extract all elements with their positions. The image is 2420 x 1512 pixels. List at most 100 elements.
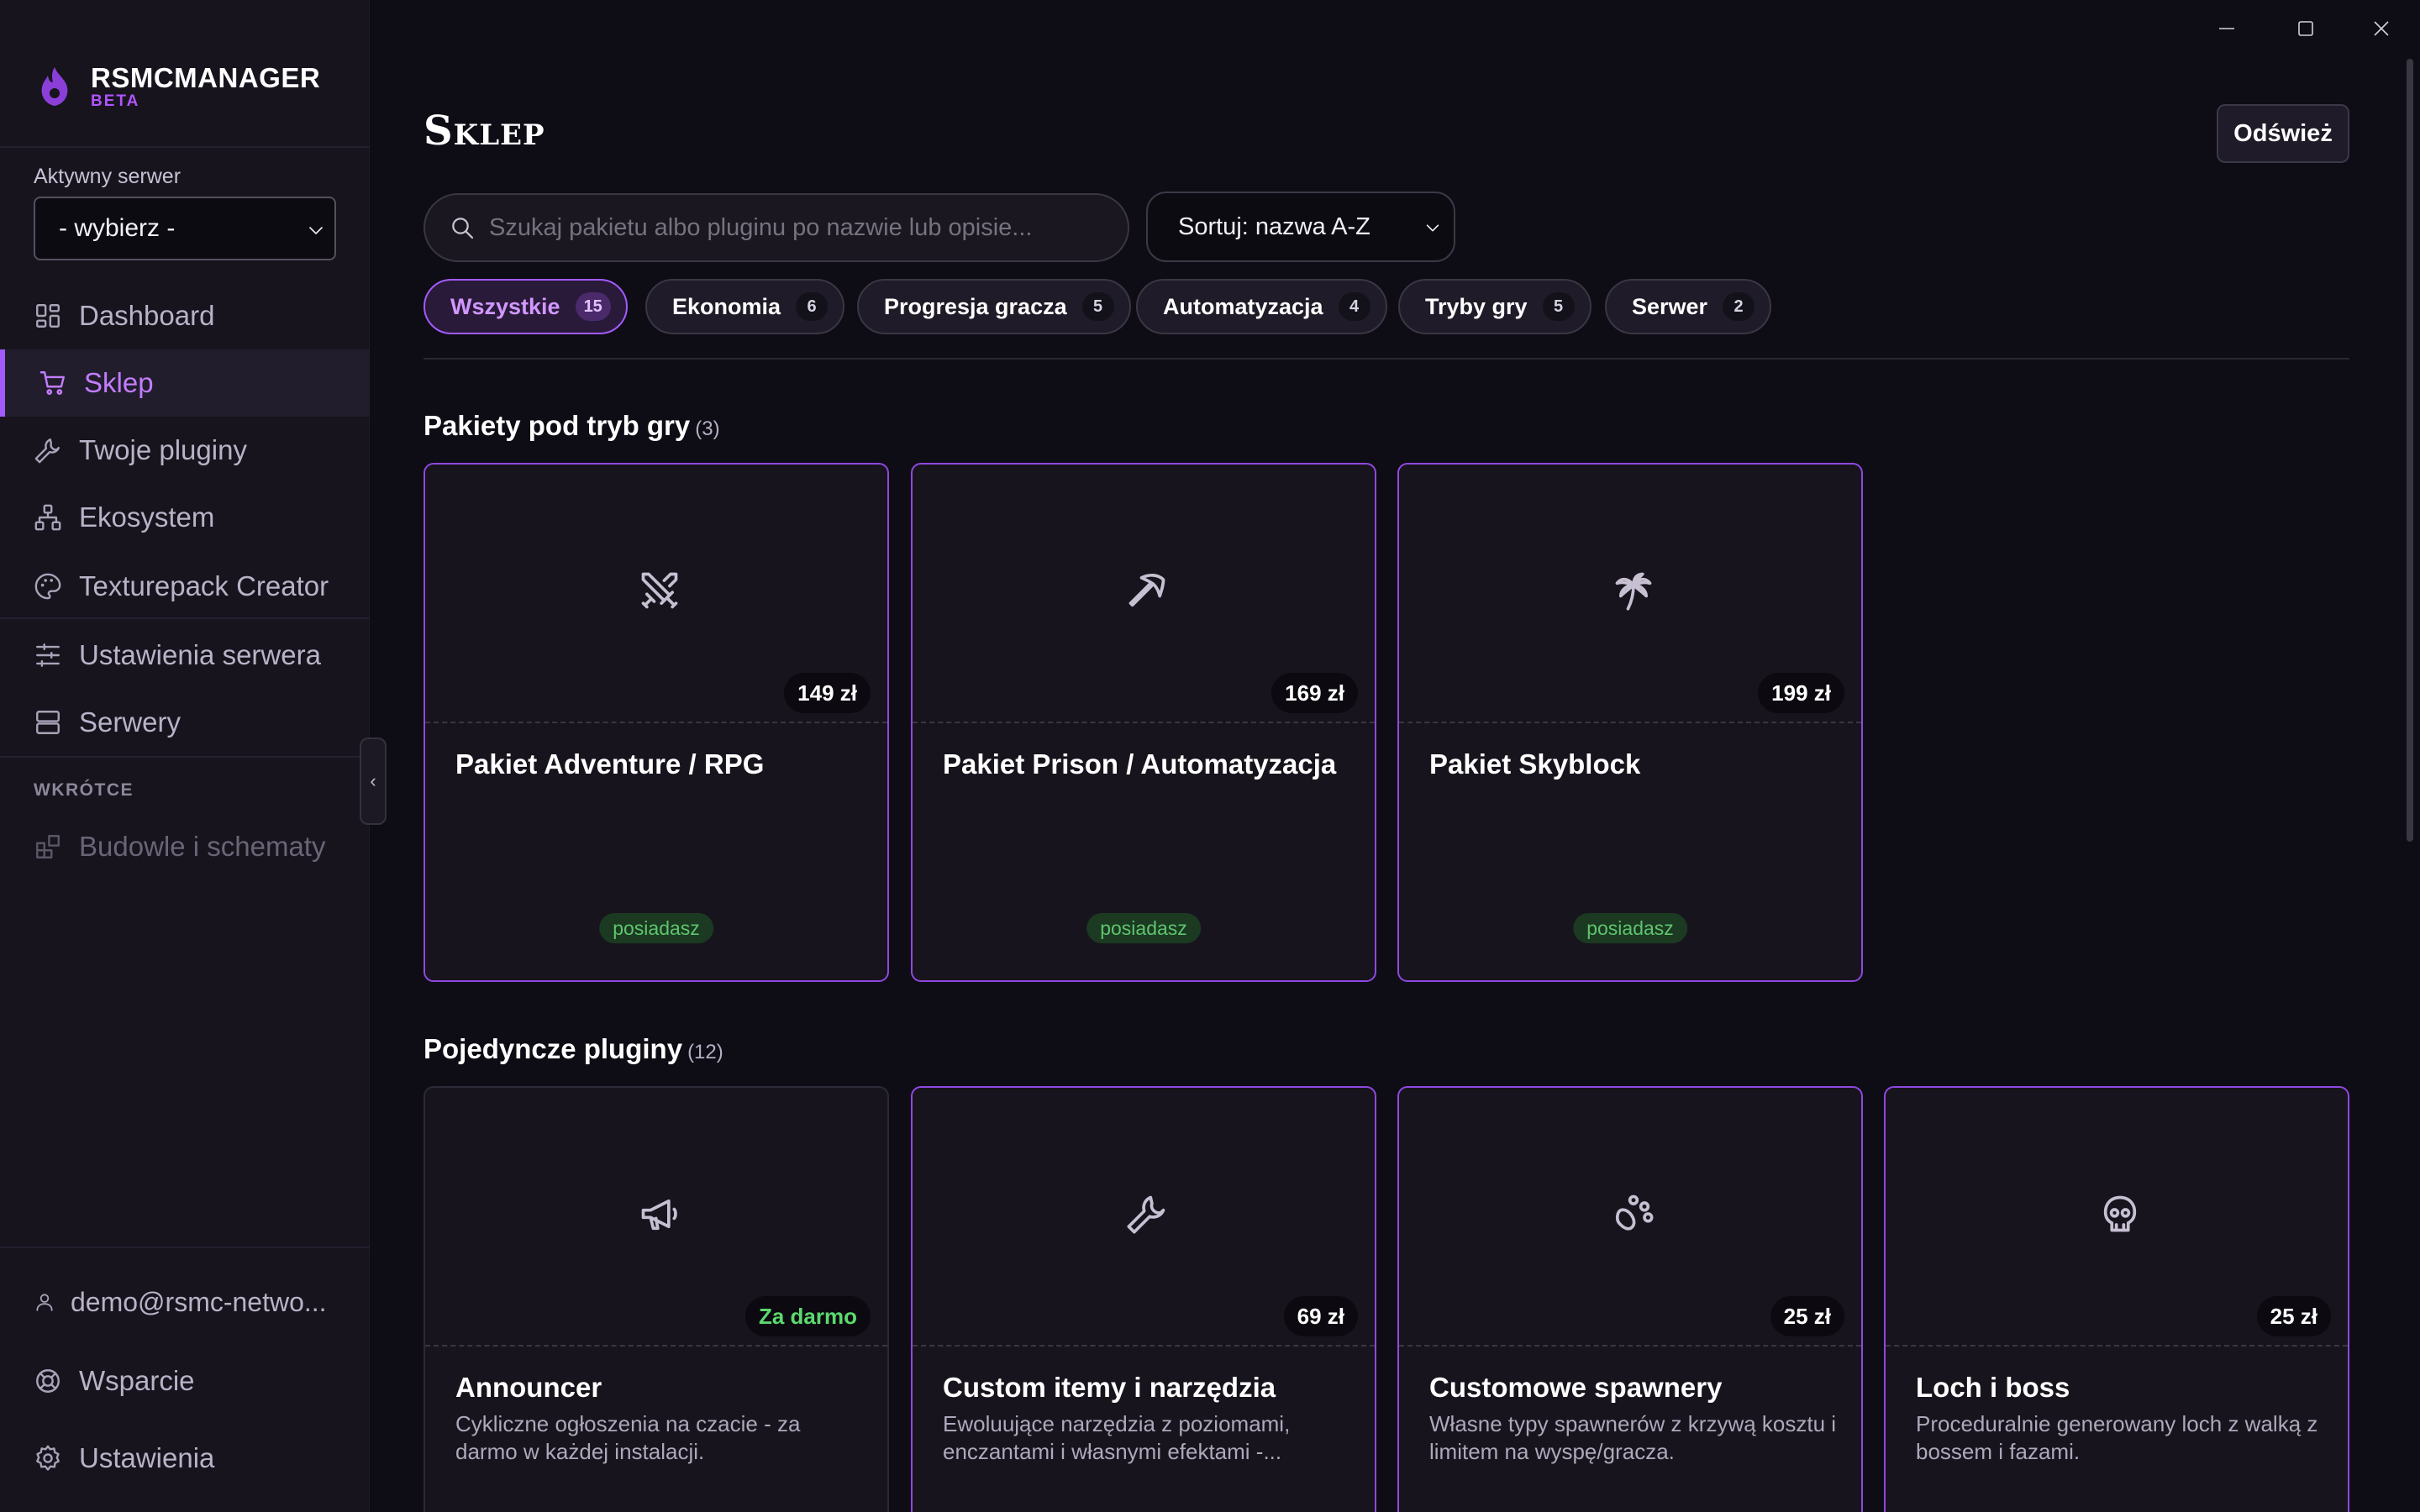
palette-icon (34, 573, 61, 600)
sidebar: RSMCMANAGER BETA Aktywny serwer - wybier… (0, 0, 370, 1512)
nav-settings[interactable]: Ustawienia (0, 1425, 370, 1492)
plugin-card[interactable]: 25 zł Customowe spawnery Własne typy spa… (1397, 1086, 1863, 1512)
nav-label: Serwery (79, 706, 182, 738)
nav-texturepack[interactable]: Texturepack Creator (0, 553, 370, 620)
wrench-icon (34, 438, 60, 464)
app-name: RSMCMANAGER (91, 62, 321, 93)
price-badge: 199 zł (1758, 673, 1844, 713)
pack-card[interactable]: 199 zł Pakiet Skyblock posiadasz (1397, 463, 1863, 982)
filter-chip-economy[interactable]: Ekonomia 6 (645, 279, 845, 334)
server-label: Aktywny serwer (34, 165, 182, 188)
chip-count: 15 (575, 292, 611, 321)
pickaxe-icon (1128, 574, 1165, 607)
server-select[interactable]: - wybierz - (34, 197, 336, 260)
card-preview: Za darmo (425, 1088, 887, 1347)
section-title-text: Pakiety pod tryb gry (424, 410, 691, 441)
plugin-card[interactable]: Za darmo Announcer Cykliczne ogłoszenia … (424, 1086, 889, 1512)
nav-buildings: Budowle i schematy (0, 813, 370, 880)
sliders-icon (36, 643, 60, 667)
nav-label: Ekosystem (79, 501, 215, 533)
price-badge: 25 zł (2256, 1296, 2331, 1336)
nav-label: Twoje pluginy (79, 434, 247, 465)
server-select-value: - wybierz - (59, 214, 176, 242)
minimize-button[interactable] (2210, 12, 2244, 45)
search-input[interactable]: Szukaj pakietu albo pluginu po nazwie lu… (424, 193, 1129, 262)
palm-icon (1615, 572, 1652, 611)
user-email: demo@rsmc-netwo... (71, 1286, 327, 1317)
network-icon (34, 504, 61, 531)
price-badge: 69 zł (1283, 1296, 1358, 1336)
chip-count: 5 (1542, 292, 1575, 321)
nav-shop[interactable]: Sklep (0, 349, 370, 417)
lifebuoy-icon (36, 1369, 60, 1393)
chip-label: Tryby gry (1425, 293, 1528, 319)
card-title: Pakiet Skyblock (1429, 748, 1641, 780)
card-preview: 149 zł (425, 465, 887, 723)
card-title: Pakiet Prison / Automatyzacja (943, 748, 1337, 780)
nav-your-plugins[interactable]: Twoje pluginy (0, 417, 370, 484)
nav-ecosystem[interactable]: Ekosystem (0, 484, 370, 551)
filter-chip-gamemodes[interactable]: Tryby gry 5 (1398, 279, 1591, 334)
nav-label: Sklep (84, 367, 154, 398)
brand: RSMCMANAGER BETA (35, 64, 320, 111)
refresh-button[interactable]: Odśwież (2217, 104, 2349, 163)
page-title: Sklep (424, 108, 545, 155)
section-count: (12) (687, 1041, 723, 1063)
chip-label: Automatyzacja (1163, 293, 1323, 319)
nav-dashboard[interactable]: Dashboard (0, 282, 370, 349)
server-icon (36, 711, 60, 734)
minimize-icon (2219, 28, 2234, 29)
nav-label: Dashboard (79, 300, 215, 331)
card-title: Custom itemy i narzędzia (943, 1372, 1276, 1403)
pack-card[interactable]: 149 zł Pakiet Adventure / RPG posiadasz (424, 463, 889, 982)
price-badge: 169 zł (1271, 673, 1358, 713)
divider (0, 617, 370, 619)
divider (0, 756, 370, 758)
price-badge: Za darmo (744, 1296, 871, 1336)
chip-label: Serwer (1632, 293, 1708, 319)
filter-chip-all[interactable]: Wszystkie 15 (424, 279, 628, 334)
chevron-down-icon (309, 227, 323, 234)
pack-card[interactable]: 169 zł Pakiet Prison / Automatyzacja pos… (911, 463, 1376, 982)
filter-chip-server[interactable]: Serwer 2 (1605, 279, 1772, 334)
nav-support[interactable]: Wsparcie (0, 1347, 370, 1415)
nav-label: Budowle i schematy (79, 831, 326, 862)
maximize-icon (2298, 21, 2313, 36)
nav-server-settings[interactable]: Ustawienia serwera (0, 622, 370, 689)
maximize-button[interactable] (2289, 12, 2323, 45)
chip-count: 2 (1723, 292, 1755, 321)
cart-icon (39, 371, 65, 395)
chip-label: Wszystkie (450, 293, 560, 319)
filter-chip-progression[interactable]: Progresja gracza 5 (857, 279, 1131, 334)
chip-label: Progresja gracza (884, 293, 1067, 319)
sort-select[interactable]: Sortuj: nazwa A-Z (1146, 192, 1455, 262)
card-preview: 25 zł (1399, 1088, 1861, 1347)
chip-label: Ekonomia (672, 293, 781, 319)
nav-label: Texturepack Creator (79, 570, 329, 601)
card-description: Własne typy spawnerów z krzywą kosztu i … (1429, 1411, 1837, 1464)
nav-label: Wsparcie (79, 1365, 195, 1396)
collapse-sidebar-button[interactable]: ‹ (360, 738, 387, 825)
card-title: Announcer (455, 1372, 602, 1403)
owned-badge: posiadasz (1573, 913, 1687, 943)
card-title: Customowe spawnery (1429, 1372, 1723, 1403)
gear-icon (36, 1445, 60, 1471)
section-title-packs: Pakiety pod tryb gry (3) (424, 410, 720, 442)
flame-logo-icon (41, 67, 68, 106)
user-account[interactable]: demo@rsmc-netwo... (0, 1268, 370, 1336)
close-button[interactable] (2365, 12, 2398, 45)
nav-label: Ustawienia serwera (79, 639, 321, 670)
plugin-card[interactable]: 25 zł Loch i boss Proceduralnie generowa… (1884, 1086, 2349, 1512)
owned-badge: posiadasz (1086, 913, 1201, 943)
divider (424, 358, 2349, 360)
card-title: Loch i boss (1916, 1372, 2070, 1403)
chevron-left-icon: ‹ (370, 770, 376, 791)
filter-chip-automation[interactable]: Automatyzacja 4 (1136, 279, 1387, 334)
card-title: Pakiet Adventure / RPG (455, 748, 765, 780)
search-icon (452, 218, 474, 239)
nav-servers[interactable]: Serwery (0, 689, 370, 756)
chip-count: 5 (1081, 292, 1114, 321)
soon-label: WKRÓTCE (34, 780, 134, 800)
scrollbar-thumb[interactable] (2407, 59, 2413, 842)
plugin-card[interactable]: 69 zł Custom itemy i narzędzia Ewoluując… (911, 1086, 1376, 1512)
